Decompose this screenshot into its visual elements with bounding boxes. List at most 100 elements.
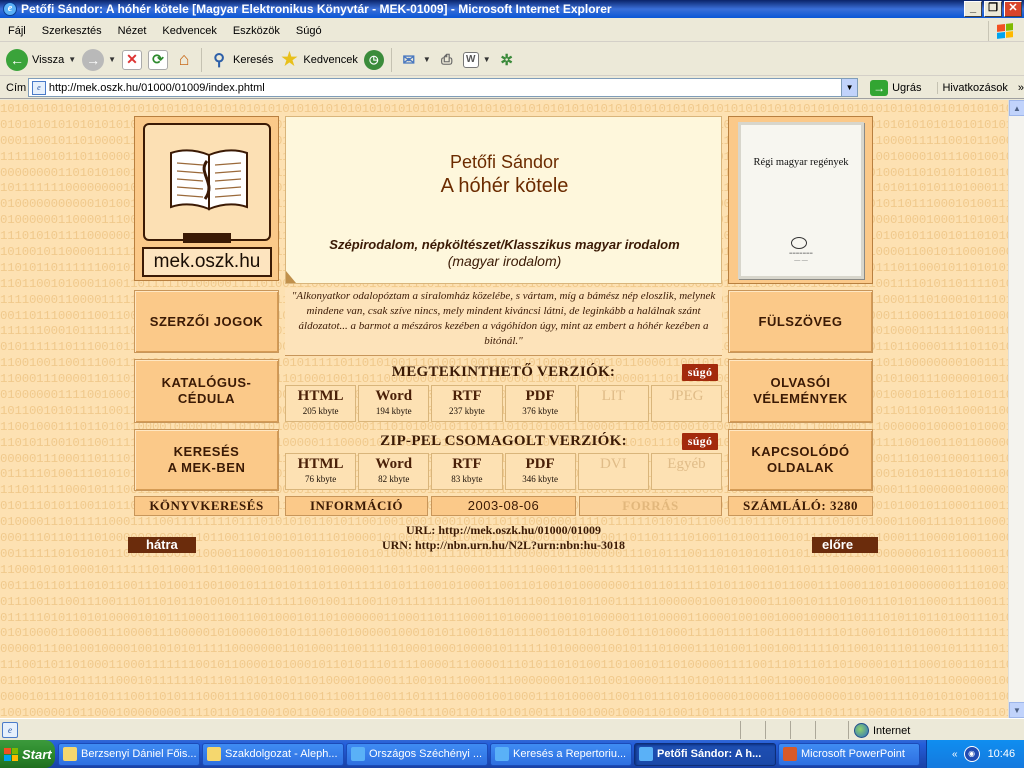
address-url[interactable]: http://mek.oszk.hu/01000/01009/index.pht… — [49, 82, 265, 94]
search-button[interactable]: ⚲ Keresés — [206, 46, 276, 74]
related-pages-button[interactable]: KAPCSOLÓDÓ OLDALAK — [728, 429, 873, 491]
view-pdf-button[interactable]: PDF 376 kbyte — [504, 385, 576, 422]
zip-word-button[interactable]: Word 82 kbyte — [358, 453, 430, 490]
close-button[interactable]: ✕ — [1004, 1, 1022, 17]
menu-bar: Fájl Szerkesztés Nézet Kedvencek Eszközö… — [0, 20, 1024, 42]
messenger-icon: ✲ — [500, 51, 513, 69]
go-arrow-icon: → — [870, 79, 889, 96]
binary-row: 1001000001011000100000000111101101010010… — [0, 705, 1008, 718]
zip-html-button[interactable]: HTML 76 kbyte — [285, 453, 357, 490]
address-label: Cím — [6, 81, 27, 94]
view-word-button[interactable]: Word 194 kbyte — [358, 385, 430, 422]
security-zone: Internet — [854, 723, 910, 738]
menu-view[interactable]: Nézet — [110, 25, 155, 37]
windows-logo-icon — [988, 21, 1020, 41]
mail-icon: ✉ — [402, 51, 416, 69]
copyright-button[interactable]: SZERZŐI JOGOK — [134, 290, 279, 353]
address-input[interactable]: e http://mek.oszk.hu/01000/01009/index.p… — [27, 78, 859, 97]
publisher-mark: ≡≡≡≡≡≡≡ — — — [789, 251, 813, 264]
status-bar: e Internet — [0, 718, 1024, 740]
edit-button[interactable]: W ▼ — [460, 46, 494, 74]
forward-page-button[interactable]: előre — [812, 537, 878, 553]
favorites-label: Kedvencek — [303, 53, 358, 66]
menu-edit[interactable]: Szerkesztés — [34, 25, 110, 37]
binary-row: 0000011100100100001001010101111100000001… — [0, 642, 1008, 657]
info-button[interactable]: INFORMÁCIÓ — [285, 496, 428, 516]
history-button[interactable]: ◷ — [361, 46, 387, 74]
forward-dropdown-icon[interactable]: ▼ — [108, 55, 116, 64]
taskbar-button-label: Berzsenyi Dániel Főis... — [81, 748, 197, 760]
taskbar-button[interactable]: Országos Széchényi ... — [346, 742, 488, 766]
mek-logo[interactable]: mek.oszk.hu — [134, 116, 279, 281]
menu-help[interactable]: Súgó — [288, 25, 330, 37]
forward-arrow-icon: → — [82, 48, 105, 71]
messenger-button[interactable]: ✲ — [494, 46, 520, 74]
network-icon[interactable]: ◉ — [963, 746, 980, 762]
address-bar: Cím e http://mek.oszk.hu/01000/01009/ind… — [0, 77, 1024, 99]
taskbar-button-label: Keresés a Repertoriu... — [513, 748, 627, 760]
chevron-right-icon[interactable]: » — [1018, 82, 1024, 94]
urn-line[interactable]: URN: http://nbn.urn.hu/N2L?urn:nbn:hu-30… — [285, 538, 722, 553]
subgenre-link[interactable]: (magyar irodalom) — [286, 253, 723, 269]
binary-row: 0111001110011100111011010110100101110111… — [0, 594, 1008, 609]
view-html-button[interactable]: HTML 205 kbyte — [285, 385, 357, 422]
vertical-scrollbar[interactable]: ▲ ▼ — [1008, 100, 1024, 718]
format-name: HTML — [297, 456, 344, 472]
start-button[interactable]: Start — [0, 740, 55, 768]
scroll-up-icon[interactable]: ▲ — [1009, 100, 1024, 116]
refresh-button[interactable]: ⟳ — [145, 46, 171, 74]
stop-button[interactable]: ✕ — [119, 46, 145, 74]
zip-help-button[interactable]: súgó — [682, 433, 718, 450]
search-mek-button[interactable]: KERESÉS A MEK-BEN — [134, 429, 279, 491]
format-name: RTF — [452, 388, 482, 404]
minimize-button[interactable]: _ — [964, 1, 982, 17]
favorites-button[interactable]: ★ Kedvencek — [276, 46, 360, 74]
taskbar-button-label: Országos Széchényi ... — [369, 748, 483, 760]
scroll-down-icon[interactable]: ▼ — [1009, 702, 1024, 718]
taskbar-button[interactable]: Petőfi Sándor: A h... — [634, 742, 776, 766]
back-button[interactable]: ← Vissza ▼ — [3, 46, 79, 74]
zip-dvi-button: DVI — [577, 453, 649, 490]
address-dropdown-icon[interactable]: ▼ — [841, 79, 858, 96]
menu-file[interactable]: Fájl — [0, 25, 34, 37]
reader-reviews-button[interactable]: OLVASÓI VÉLEMÉNYEK — [728, 359, 873, 423]
taskbar-button[interactable]: Szakdolgozat - Aleph... — [202, 742, 344, 766]
mail-button[interactable]: ✉ ▼ — [396, 46, 434, 74]
forward-button[interactable]: → ▼ — [79, 46, 119, 74]
book-title: A hóhér kötele — [440, 175, 569, 197]
genre-link[interactable]: Szépirodalom, népköltészet/Klasszikus ma… — [286, 237, 723, 252]
go-button[interactable]: → Ugrás — [866, 79, 921, 96]
zip-header-label: ZIP-PEL CSOMAGOLT VERZIÓK: — [380, 433, 627, 449]
view-header-label: MEGTEKINTHETŐ VERZIÓK: — [391, 364, 616, 380]
zip-rtf-button[interactable]: RTF 83 kbyte — [431, 453, 503, 490]
links-button[interactable]: Hivatkozások — [937, 81, 1008, 94]
taskbar-button-label: Microsoft PowerPoint — [801, 748, 905, 760]
catalog-card-button[interactable]: KATALÓGUS- CÉDULA — [134, 359, 279, 423]
ie-icon: e — [3, 2, 17, 16]
taskbar-button[interactable]: Berzsenyi Dániel Főis... — [58, 742, 200, 766]
book-cover[interactable]: Régi magyar regények ≡≡≡≡≡≡≡ — — — [728, 116, 873, 284]
binary-row: 0101000011000011100001110000010100000101… — [0, 626, 1008, 641]
back-dropdown-icon[interactable]: ▼ — [68, 55, 76, 64]
print-button[interactable]: ⎙ — [434, 46, 460, 74]
binary-row: 0011101101110101100111010011001001011101… — [0, 578, 1008, 593]
tray-chevron-icon[interactable]: « — [952, 749, 958, 760]
book-search-button[interactable]: KÖNYVKERESÉS — [134, 496, 279, 516]
url-line[interactable]: URL: http://mek.oszk.hu/01000/01009 — [285, 523, 722, 538]
help-button[interactable]: súgó — [682, 364, 718, 381]
view-rtf-button[interactable]: RTF 237 kbyte — [431, 385, 503, 422]
blurb-button[interactable]: FÜLSZÖVEG — [728, 290, 873, 353]
publisher-emblem-icon — [791, 237, 807, 249]
taskbar-button[interactable]: Microsoft PowerPoint — [778, 742, 920, 766]
menu-favorites[interactable]: Kedvencek — [154, 25, 224, 37]
home-button[interactable]: ⌂ — [171, 46, 197, 74]
format-size: 205 kbyte — [302, 406, 339, 416]
maximize-button[interactable]: ❐ — [984, 1, 1002, 17]
taskbar-button[interactable]: Keresés a Repertoriu... — [490, 742, 632, 766]
zip-pdf-button[interactable]: PDF 346 kbyte — [504, 453, 576, 490]
format-size: 376 kbyte — [522, 406, 558, 416]
search-icon: ⚲ — [213, 51, 225, 69]
logo-text: mek.oszk.hu — [142, 247, 272, 277]
menu-tools[interactable]: Eszközök — [225, 25, 288, 37]
back-page-button[interactable]: hátra — [128, 537, 196, 553]
